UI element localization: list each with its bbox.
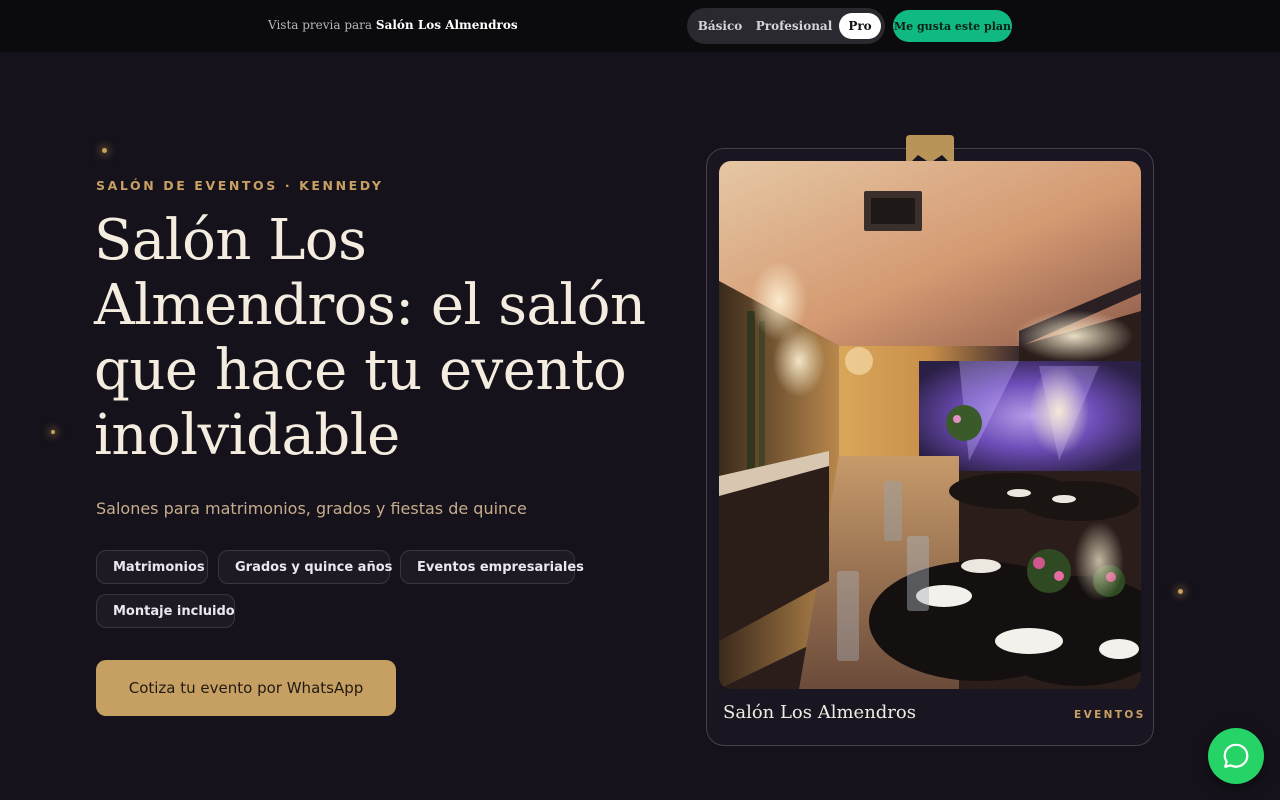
sparkle-decoration	[102, 148, 107, 153]
preview-business-name: Salón Los Almendros	[375, 18, 518, 32]
preview-label: Vista previa para Salón Los Almendros	[268, 18, 518, 32]
venue-card-tag: EVENTOS	[1074, 709, 1146, 721]
chip-matrimonios: Matrimonios	[96, 550, 208, 584]
chip-grados: Grados y quince años	[218, 550, 392, 584]
chip-montaje: Montaje incluido	[96, 594, 235, 628]
hero-eyebrow: SALÓN DE EVENTOS · KENNEDY	[96, 178, 384, 193]
plan-pro-button[interactable]: Pro	[839, 13, 881, 39]
preview-prefix: Vista previa para	[268, 18, 373, 32]
whatsapp-float-button[interactable]	[1208, 728, 1264, 784]
hero-title: Salón Los Almendros: el salón que hace t…	[94, 208, 646, 468]
like-plan-button[interactable]: Me gusta este plan	[893, 10, 1012, 42]
event-hall-photo	[719, 161, 1141, 689]
venue-card-name: Salón Los Almendros	[723, 702, 916, 723]
sparkle-decoration	[1178, 589, 1183, 594]
chip-empresariales: Eventos empresariales	[400, 550, 584, 584]
preview-bar: Vista previa para Salón Los Almendros Bá…	[0, 0, 1280, 52]
plan-basico-button[interactable]: Básico	[695, 13, 745, 39]
sparkle-decoration	[51, 430, 55, 434]
hero-subtitle: Salones para matrimonios, grados y fiest…	[96, 499, 527, 518]
plan-profesional-button[interactable]: Profesional	[756, 13, 833, 39]
whatsapp-quote-button[interactable]: Cotiza tu evento por WhatsApp	[96, 660, 396, 716]
event-hall-image	[719, 161, 1141, 689]
plan-switcher: Básico Profesional Pro	[687, 8, 885, 44]
whatsapp-icon	[1223, 743, 1249, 768]
